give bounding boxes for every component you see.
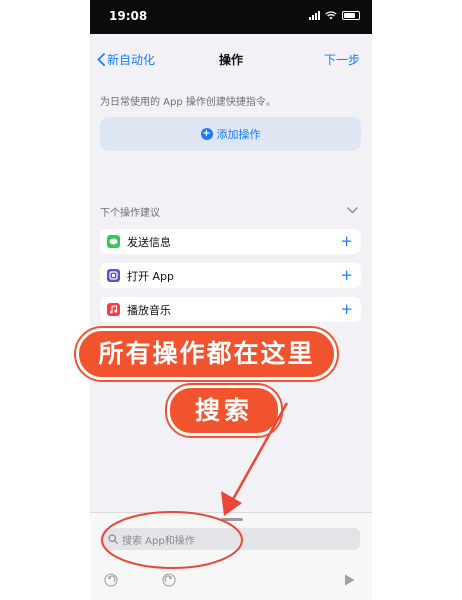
nav-bar: 新自动化 操作 下一步 [90, 38, 372, 80]
plus-circle-icon: + [200, 128, 213, 140]
suggestion-send-message[interactable]: 发送信息 + [100, 229, 361, 254]
open-app-icon [107, 269, 120, 282]
chevron-down-icon[interactable] [347, 207, 358, 214]
suggestion-label: 播放音乐 [127, 303, 171, 317]
add-icon[interactable]: + [340, 266, 353, 284]
suggestion-play-music[interactable]: 播放音乐 + [100, 297, 361, 322]
next-button[interactable]: 下一步 [324, 51, 360, 68]
wifi-icon [325, 11, 337, 20]
cellular-signal-icon [309, 11, 320, 20]
bottom-search-panel: 搜索 App和操作 [90, 512, 372, 600]
hint-text: 为日常使用的 App 操作创建快捷指令。 [100, 97, 276, 108]
messages-icon [107, 235, 120, 248]
search-placeholder: 搜索 App和操作 [122, 535, 195, 547]
annotation-banner-all-actions: 所有操作都在这里 [76, 328, 337, 380]
add-action-label: 添加操作 [216, 128, 261, 141]
music-icon [107, 303, 120, 316]
annotation-banner-search: 搜索 [167, 385, 281, 436]
status-icons [309, 11, 360, 20]
suggestion-label: 发送信息 [127, 235, 171, 249]
redo-icon[interactable] [162, 573, 176, 587]
search-input[interactable]: 搜索 App和操作 [102, 528, 360, 550]
add-icon[interactable]: + [340, 300, 353, 318]
suggestion-label: 打开 App [127, 269, 174, 283]
add-action-button[interactable]: + 添加操作 [100, 117, 361, 151]
undo-icon[interactable] [104, 573, 118, 587]
phone-screen: 19:08 新自动化 操作 下一步 为日常使用的 App 操作创建快捷指令。 + [90, 0, 372, 600]
play-icon[interactable] [344, 574, 355, 586]
sheet-grabber[interactable] [221, 518, 243, 521]
status-time: 19:08 [109, 9, 148, 23]
suggestion-open-app[interactable]: 打开 App + [100, 263, 361, 288]
add-icon[interactable]: + [340, 232, 353, 250]
search-icon [108, 534, 118, 544]
suggestions-header: 下个操作建议 [100, 208, 160, 219]
battery-icon [342, 11, 360, 20]
status-bar: 19:08 [90, 0, 372, 34]
